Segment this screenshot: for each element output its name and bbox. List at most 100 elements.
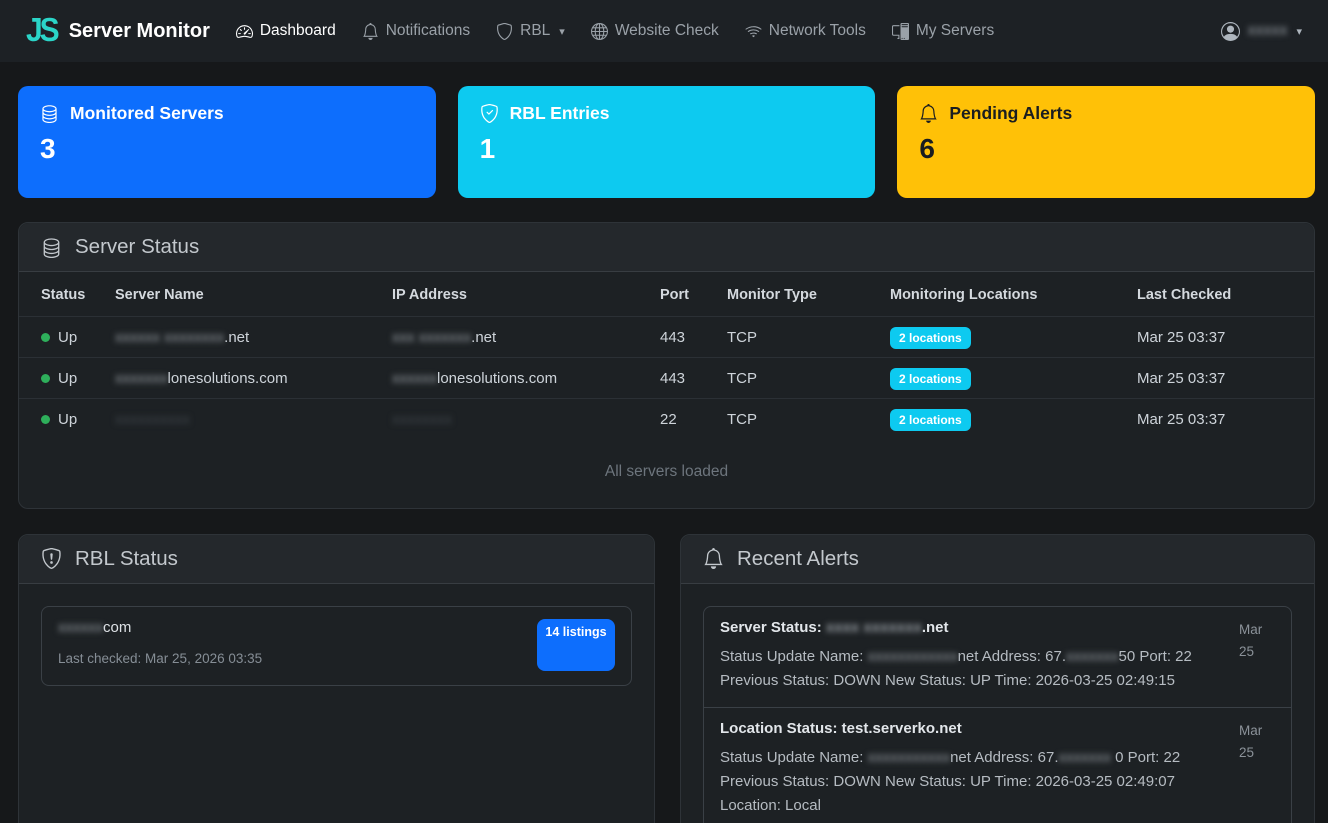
chevron-down-icon: ▾ <box>1296 25 1302 38</box>
alert-status-line: Previous Status: DOWN New Status: UP Tim… <box>720 669 1229 693</box>
server-status-card: Server Status Status Server Name IP Addr… <box>18 222 1315 509</box>
stat-title: Pending Alerts <box>919 103 1293 124</box>
locations-badge[interactable]: 2 locations <box>890 409 971 431</box>
server-name: xxxxxxxlonesolutions.com <box>107 358 384 399</box>
listings-badge[interactable]: 14 listings <box>537 619 615 671</box>
table-header-row: Status Server Name IP Address Port Monit… <box>19 272 1314 317</box>
stat-title: RBL Entries <box>480 103 854 124</box>
alert-date: Mar 25 <box>1239 720 1275 818</box>
alert-item[interactable]: Server Status: xxxx xxxxxxx.net Status U… <box>704 607 1291 707</box>
brand-title: Server Monitor <box>69 20 210 43</box>
col-monitoring-locations: Monitoring Locations <box>882 272 1129 317</box>
pc-display-icon <box>892 23 909 40</box>
recent-alerts-header: Recent Alerts <box>681 535 1314 584</box>
ip-address: xxx xxxxxxx.net <box>384 317 652 358</box>
card-title: RBL Status <box>75 547 178 571</box>
stat-value: 6 <box>919 133 1293 165</box>
person-circle-icon <box>1221 22 1240 41</box>
nav-label-network-tools: Network Tools <box>769 22 866 40</box>
col-status: Status <box>19 272 107 317</box>
brand[interactable]: JS Server Monitor <box>26 16 210 46</box>
nav-label-notifications: Notifications <box>386 22 470 40</box>
stat-value: 1 <box>480 133 854 165</box>
nav-item-dashboard[interactable]: Dashboard <box>236 22 336 40</box>
speedometer-icon <box>236 23 253 40</box>
globe-icon <box>591 23 608 40</box>
shield-check-icon <box>480 104 499 123</box>
alert-title: Location Status: test.serverko.net <box>720 720 1229 737</box>
nav-item-my-servers[interactable]: My Servers <box>892 22 994 40</box>
status-text: Up <box>58 370 77 387</box>
col-ip-address: IP Address <box>384 272 652 317</box>
table-row[interactable]: Up xxxxxxxxxx xxxxxxxx 22 TCP 2 location… <box>19 399 1314 440</box>
user-name: xxxxx <box>1247 22 1287 40</box>
bottom-row: RBL Status xxxxxxcom Last checked: Mar 2… <box>18 534 1315 823</box>
col-last-checked: Last Checked <box>1129 272 1314 317</box>
stat-title: Monitored Servers <box>40 103 414 124</box>
recent-alerts-card: Recent Alerts Server Status: xxxx xxxxxx… <box>680 534 1315 823</box>
ip-address: xxxxxxlonesolutions.com <box>384 358 652 399</box>
alert-date: Mar 25 <box>1239 619 1275 693</box>
server-status-table: Status Server Name IP Address Port Monit… <box>19 272 1314 440</box>
last-checked: Mar 25 03:37 <box>1129 317 1314 358</box>
stat-label: Monitored Servers <box>70 103 224 124</box>
servers-loaded-message: All servers loaded <box>19 440 1314 508</box>
nav-label-dashboard: Dashboard <box>260 22 336 40</box>
alert-title: Server Status: xxxx xxxxxxx.net <box>720 619 1229 636</box>
server-name: xxxxxx xxxxxxxx.net <box>107 317 384 358</box>
status-up-dot <box>41 415 50 424</box>
app-logo: JS <box>26 15 57 48</box>
stat-card-monitored-servers[interactable]: Monitored Servers 3 <box>18 86 436 198</box>
user-menu[interactable]: xxxxx ▾ <box>1221 22 1302 41</box>
col-server-name: Server Name <box>107 272 384 317</box>
rbl-domain: xxxxxxcom <box>58 619 262 636</box>
stat-label: Pending Alerts <box>949 103 1072 124</box>
locations-badge[interactable]: 2 locations <box>890 368 971 390</box>
locations-badge[interactable]: 2 locations <box>890 327 971 349</box>
status-up-dot <box>41 333 50 342</box>
bell-icon <box>919 104 938 123</box>
wifi-icon <box>745 23 762 40</box>
stat-card-rbl-entries[interactable]: RBL Entries 1 <box>458 86 876 198</box>
nav-item-network-tools[interactable]: Network Tools <box>745 22 866 40</box>
nav-item-rbl[interactable]: RBL ▾ <box>496 22 565 40</box>
status-text: Up <box>58 329 77 346</box>
rbl-status-card: RBL Status xxxxxxcom Last checked: Mar 2… <box>18 534 655 823</box>
card-title: Recent Alerts <box>737 547 859 571</box>
monitor-type: TCP <box>719 358 882 399</box>
status-text: Up <box>58 411 77 428</box>
monitor-type: TCP <box>719 317 882 358</box>
col-port: Port <box>652 272 719 317</box>
stat-card-pending-alerts[interactable]: Pending Alerts 6 <box>897 86 1315 198</box>
ip-address: xxxxxxxx <box>384 399 652 440</box>
table-row[interactable]: Up xxxxxxxlonesolutions.com xxxxxxloneso… <box>19 358 1314 399</box>
database-icon <box>41 237 62 258</box>
col-monitor-type: Monitor Type <box>719 272 882 317</box>
last-checked: Mar 25 03:37 <box>1129 399 1314 440</box>
main-content: Monitored Servers 3 RBL Entries 1 Pendin… <box>0 62 1328 823</box>
alert-item[interactable]: Location Status: test.serverko.net Statu… <box>704 707 1291 823</box>
stats-row: Monitored Servers 3 RBL Entries 1 Pendin… <box>18 86 1315 198</box>
last-checked: Mar 25 03:37 <box>1129 358 1314 399</box>
alert-detail-line: Status Update Name: xxxxxxxxxxxnet Addre… <box>720 746 1229 770</box>
port: 443 <box>652 358 719 399</box>
alert-status-line: Previous Status: DOWN New Status: UP Tim… <box>720 770 1229 818</box>
bell-icon <box>703 548 724 569</box>
shield-icon <box>496 23 513 40</box>
server-status-header: Server Status <box>19 223 1314 272</box>
nav-item-website-check[interactable]: Website Check <box>591 22 719 40</box>
stat-label: RBL Entries <box>510 103 610 124</box>
navbar: JS Server Monitor Dashboard Notification… <box>0 0 1328 62</box>
nav-label-rbl: RBL <box>520 22 550 40</box>
nav-item-notifications[interactable]: Notifications <box>362 22 470 40</box>
port: 443 <box>652 317 719 358</box>
chevron-down-icon: ▾ <box>559 25 565 38</box>
port: 22 <box>652 399 719 440</box>
alerts-list: Server Status: xxxx xxxxxxx.net Status U… <box>703 606 1292 823</box>
server-name: xxxxxxxxxx <box>107 399 384 440</box>
table-row[interactable]: Up xxxxxx xxxxxxxx.net xxx xxxxxxx.net 4… <box>19 317 1314 358</box>
stat-value: 3 <box>40 133 414 165</box>
rbl-entry[interactable]: xxxxxxcom Last checked: Mar 25, 2026 03:… <box>41 606 632 686</box>
database-icon <box>40 104 59 123</box>
status-up-dot <box>41 374 50 383</box>
